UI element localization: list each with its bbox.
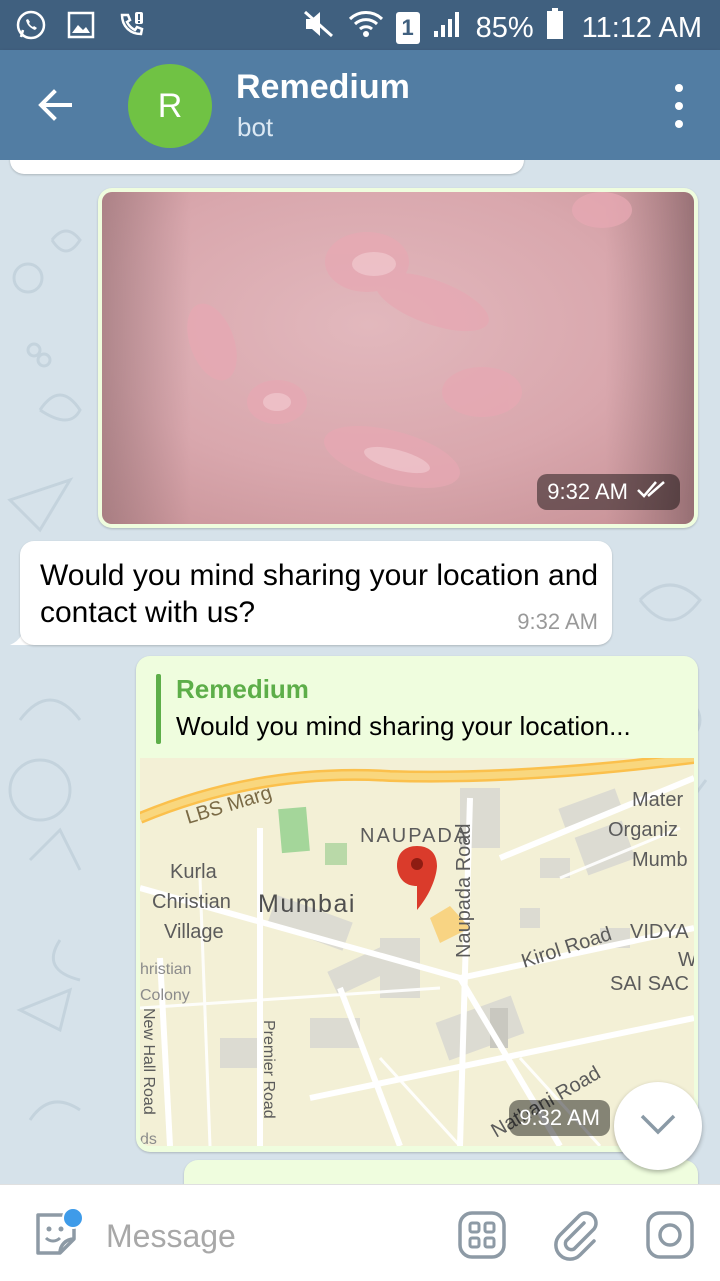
- more-options-icon[interactable]: [672, 84, 686, 128]
- chat-header: R Remedium bot: [0, 50, 720, 160]
- message-input[interactable]: [104, 1213, 438, 1259]
- chat-subtitle: bot: [237, 112, 274, 142]
- incoming-message[interactable]: Would you mind sharing your location and…: [20, 541, 612, 645]
- map-label-premier: Premier Road: [260, 1020, 277, 1119]
- previous-message[interactable]: [10, 160, 524, 174]
- battery-icon: [546, 8, 564, 48]
- map-label-naupada-road: Naupada Road: [453, 823, 475, 958]
- map-label-village: Village: [164, 921, 224, 943]
- mute-icon: [302, 9, 336, 47]
- phone-alert-icon: [114, 9, 148, 41]
- avatar-letter: R: [157, 86, 183, 125]
- map-label-kurla: Kurla: [170, 861, 218, 883]
- camera-icon[interactable]: [644, 1209, 696, 1261]
- reply-sender: Remedium: [176, 674, 309, 704]
- photo-message[interactable]: 9:32 AM: [98, 188, 698, 528]
- signal-icon: [432, 9, 464, 47]
- chevron-down-icon: [638, 1112, 678, 1141]
- photo-time-badge: 9:32 AM: [537, 474, 680, 510]
- composer: [0, 1184, 720, 1281]
- reply-indicator: [156, 674, 161, 744]
- wifi-icon: [348, 9, 384, 47]
- location-map[interactable]: LBS Marg NAUPADA Naupada Road Mumbai Kur…: [140, 758, 694, 1146]
- bot-keyboard-icon[interactable]: [456, 1209, 508, 1261]
- location-message[interactable]: Remedium Would you mind sharing your loc…: [136, 656, 698, 1152]
- map-label-w: W: [678, 949, 694, 971]
- map-label-sai: SAI SAC: [610, 973, 689, 995]
- map-label-christian: Christian: [152, 891, 231, 913]
- map-label-mater: Mater: [632, 789, 683, 811]
- double-check-icon: [636, 479, 670, 505]
- attach-icon[interactable]: [550, 1209, 602, 1261]
- notification-dot: [62, 1207, 84, 1229]
- clock: 11:12 AM: [581, 11, 702, 44]
- map-label-colony: Colony: [140, 987, 190, 1004]
- whatsapp-icon: [14, 9, 48, 41]
- reply-preview: Would you mind sharing your location...: [176, 711, 631, 741]
- image-icon: [64, 9, 98, 41]
- map-label-organiz: Organiz: [608, 819, 678, 841]
- back-arrow-icon[interactable]: [30, 80, 80, 130]
- photo-time: 9:32 AM: [547, 479, 628, 504]
- battery-percent: 85%: [475, 11, 534, 44]
- map-label-vidya: VIDYA: [630, 921, 689, 943]
- sim-icon: 1: [395, 12, 420, 44]
- map-label-mumb: Mumb: [632, 849, 688, 871]
- next-message[interactable]: [184, 1160, 698, 1184]
- skin-rash-photo[interactable]: 9:32 AM: [102, 192, 694, 524]
- map-label-ds: ds: [140, 1131, 157, 1146]
- avatar[interactable]: R: [128, 64, 212, 148]
- message-text: Would you mind sharing your location and…: [40, 559, 599, 629]
- map-label-mumbai: Mumbai: [258, 890, 356, 918]
- scroll-down-button[interactable]: [614, 1082, 702, 1170]
- location-time: 9:32 AM: [509, 1100, 610, 1136]
- map-label-hristian: hristian: [140, 961, 192, 978]
- message-time: 9:32 AM: [517, 609, 598, 634]
- map-label-new-hall: New Hall Road: [140, 1008, 157, 1115]
- message-list[interactable]: 9:32 AM Would you mind sharing your loca…: [0, 160, 720, 1184]
- status-bar: 1 85% 11:12 AM: [0, 0, 720, 50]
- chat-title[interactable]: Remedium: [236, 68, 410, 107]
